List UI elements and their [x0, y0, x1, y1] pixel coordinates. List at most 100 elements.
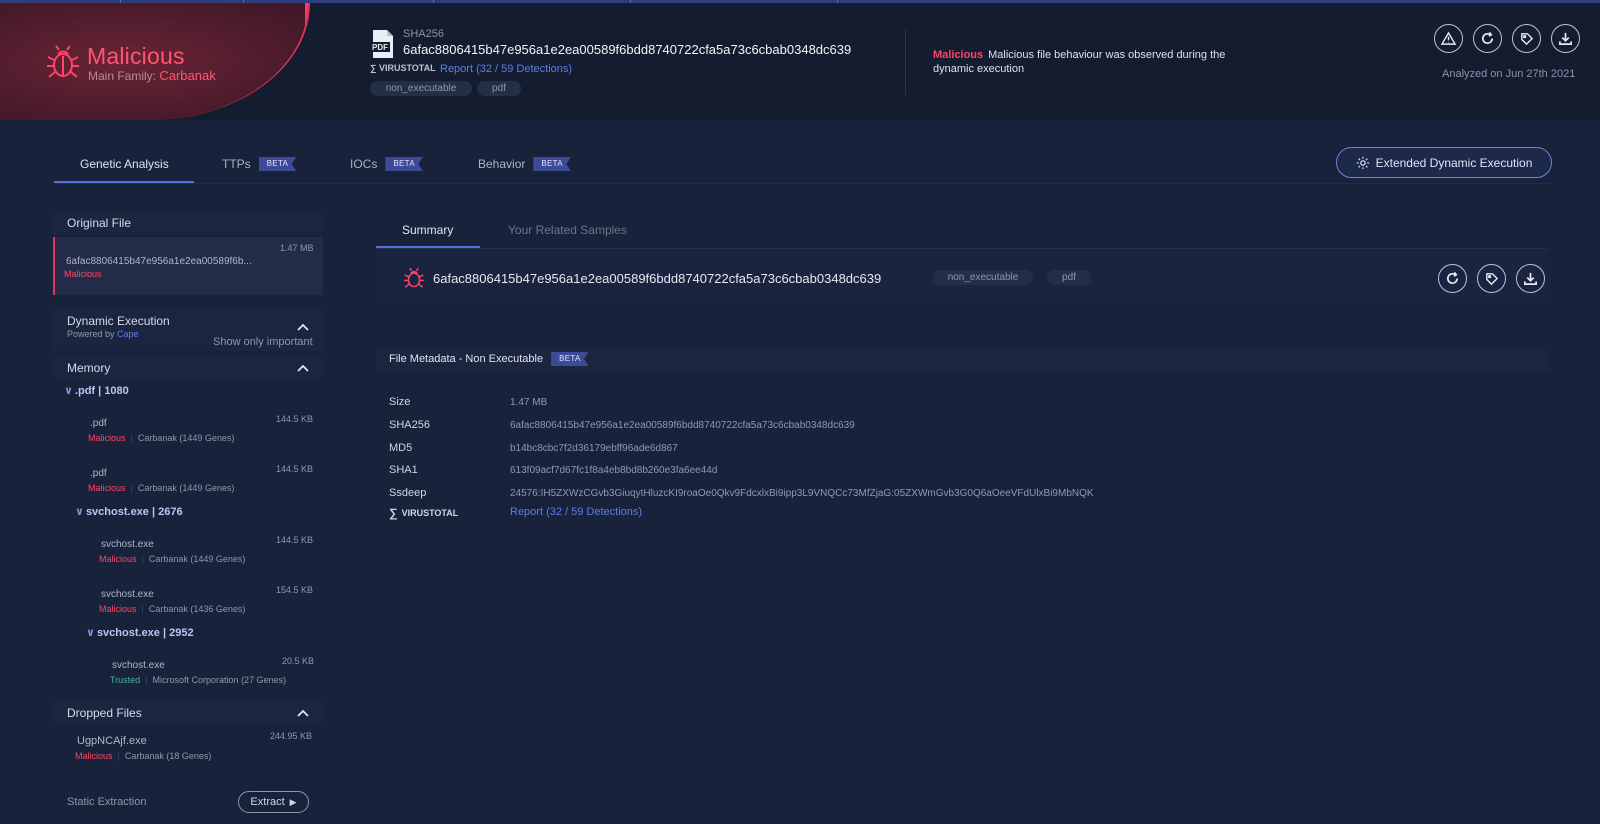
main-family: Main Family: Carbanak [88, 68, 216, 83]
virustotal-logo: ∑ VIRUSTOTAL [370, 63, 436, 73]
beta-badge: BETA [385, 157, 423, 171]
memory-file-meta: Malicious | Carbanak (1436 Genes) [99, 604, 246, 614]
beta-badge: BETA [533, 157, 571, 171]
subtab-divider [376, 248, 1550, 249]
metadata-value: 1.47 MB [510, 397, 548, 408]
metadata-value: b14bc8cbc7f2d36179ebff96ade6d867 [510, 443, 678, 454]
extended-dynamic-execution-button[interactable]: Extended Dynamic Execution [1336, 147, 1552, 178]
memory-title: Memory [67, 361, 111, 375]
file-metadata-title: File Metadata - Non Executable BETA [389, 352, 589, 366]
powered-by: Powered by Cape [67, 329, 139, 339]
active-tab-indicator [54, 181, 194, 183]
caret-down-icon: ∨ [64, 385, 73, 397]
collapse-chevron-icon[interactable] [296, 322, 310, 332]
tab-genetic-analysis[interactable]: Genetic Analysis [80, 157, 169, 171]
bug-icon [47, 45, 79, 78]
memory-file-meta: Trusted | Microsoft Corporation (27 Genes) [110, 675, 287, 685]
memory-file-meta: Malicious | Carbanak (1449 Genes) [99, 554, 246, 564]
subtab-summary[interactable]: Summary [402, 223, 453, 237]
memory-file-name[interactable]: svchost.exe [101, 589, 154, 600]
tag-pdf: pdf [477, 81, 521, 96]
sha256-value: 6afac8806415b47e956a1e2ea00589f6bdd87407… [403, 42, 852, 57]
gear-icon [1356, 156, 1369, 169]
metadata-key: MD5 [389, 442, 413, 454]
metadata-value: 6afac8806415b47e956a1e2ea00589f6bdd87407… [510, 420, 855, 431]
dropped-file-meta: Malicious | Carbanak (18 Genes) [75, 751, 212, 761]
tab-iocs[interactable]: IOCs BETA [350, 157, 423, 171]
virustotal-logo: ∑ VIRUSTOTAL [389, 506, 459, 520]
memory-file-name[interactable]: svchost.exe [112, 660, 165, 671]
dropped-file-size: 244.95 KB [270, 731, 313, 741]
static-extraction-label: Static Extraction [67, 796, 147, 808]
memory-node-svchost-2952[interactable]: ∨ svchost.exe | 2952 [86, 626, 194, 639]
dropped-file-name[interactable]: UgpNCAjf.exe [77, 735, 147, 747]
metadata-key: Size [389, 396, 411, 408]
virustotal-report-link[interactable]: Report (32 / 59 Detections) [510, 506, 642, 518]
metadata-key: SHA1 [389, 464, 418, 476]
beta-badge: BETA [551, 352, 589, 366]
report-false-positive-button[interactable] [1434, 24, 1463, 53]
show-only-important-toggle[interactable]: Show only important [213, 336, 313, 348]
bug-icon [404, 267, 424, 288]
virustotal-report-link[interactable]: Report (32 / 59 Detections) [440, 63, 572, 75]
memory-file-size: 154.5 KB [276, 585, 314, 595]
refresh-icon [1446, 271, 1459, 285]
svg-text:PDF: PDF [372, 43, 388, 52]
metadata-key: Ssdeep [389, 487, 427, 499]
metadata-value: 613f09acf7d67fc1f8a4eb8bd8b260e3fa6ee44d [510, 465, 718, 476]
tag-button[interactable] [1477, 264, 1506, 293]
header-divider [905, 29, 906, 95]
memory-file-name[interactable]: .pdf [90, 418, 107, 429]
tag-button[interactable] [1512, 24, 1541, 53]
metadata-value: 24576:IH5ZXWzCGvb3GiuqytHluzcKI9roaOe0Qk… [510, 488, 1094, 499]
collapse-chevron-icon[interactable] [296, 708, 310, 718]
virustotal-icon: ∑ [389, 506, 398, 520]
tag-non-executable: non_executable [370, 81, 472, 96]
tab-behavior[interactable]: Behavior BETA [478, 157, 571, 171]
subtab-related-samples[interactable]: Your Related Samples [508, 223, 627, 237]
warning-icon [1441, 31, 1456, 45]
download-button[interactable] [1551, 24, 1580, 53]
download-icon [1524, 272, 1537, 285]
verdict-title: Malicious [87, 43, 185, 69]
caret-down-icon: ∨ [75, 506, 84, 518]
reanalyze-button[interactable] [1438, 264, 1467, 293]
tag-icon [1486, 273, 1499, 286]
memory-file-meta: Malicious | Carbanak (1449 Genes) [88, 483, 235, 493]
collapse-chevron-icon[interactable] [296, 363, 310, 373]
refresh-icon [1481, 31, 1494, 45]
memory-node-pdf[interactable]: ∨ .pdf | 1080 [64, 384, 129, 397]
dropped-files-title: Dropped Files [67, 706, 142, 720]
memory-node-svchost-2676[interactable]: ∨ svchost.exe | 2676 [75, 505, 183, 518]
active-subtab-indicator [376, 246, 480, 248]
metadata-key: SHA256 [389, 419, 430, 431]
download-icon [1559, 32, 1572, 45]
original-file-title: Original File [67, 216, 132, 230]
original-file-verdict: Malicious [64, 269, 102, 279]
memory-file-name[interactable]: .pdf [90, 468, 107, 479]
family-name: Carbanak [159, 68, 216, 83]
extract-button[interactable]: Extract ▶ [238, 791, 309, 813]
tag-icon [1521, 33, 1534, 46]
verdict-message: Malicious Malicious file behaviour was ob… [933, 49, 1226, 75]
sha256-label: SHA256 [403, 28, 444, 40]
tag-pdf: pdf [1047, 270, 1091, 285]
memory-file-size: 144.5 KB [276, 464, 314, 474]
memory-file-size: 144.5 KB [276, 414, 314, 424]
caret-down-icon: ∨ [86, 627, 95, 639]
original-file-name: 6afac8806415b47e956a1e2ea00589f6b... [66, 256, 252, 267]
download-button[interactable] [1516, 264, 1545, 293]
play-icon: ▶ [289, 796, 297, 807]
virustotal-icon: ∑ [370, 63, 377, 73]
tab-divider [54, 183, 1550, 184]
tab-ttps[interactable]: TTPs BETA [222, 157, 297, 171]
pdf-file-icon: PDF [370, 30, 393, 58]
memory-file-name[interactable]: svchost.exe [101, 539, 154, 550]
dynamic-execution-title: Dynamic Execution [67, 314, 170, 328]
analyzed-date: Analyzed on Jun 27th 2021 [1442, 68, 1576, 80]
cape-link[interactable]: Cape [117, 329, 139, 339]
original-file-size: 1.47 MB [280, 243, 314, 253]
summary-hash: 6afac8806415b47e956a1e2ea00589f6bdd87407… [433, 271, 882, 286]
memory-file-size: 144.5 KB [276, 535, 314, 545]
reanalyze-button[interactable] [1473, 24, 1502, 53]
